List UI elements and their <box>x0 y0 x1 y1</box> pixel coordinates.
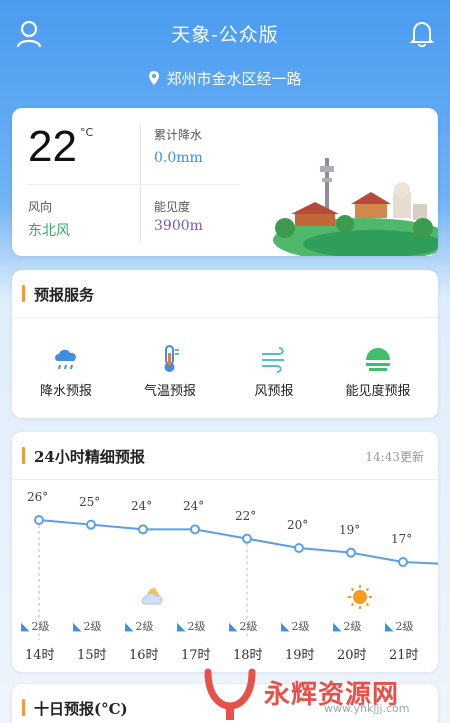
hour-label: 21时 <box>389 648 419 663</box>
watermark-url: www.yhkjjj.com <box>324 702 410 715</box>
hour-label: 20时 <box>337 648 367 663</box>
partly-cloudy-night-icon <box>139 584 169 612</box>
temperature-point <box>346 547 356 558</box>
precip-label: 累计降水 <box>154 128 203 142</box>
temperature-label: 22° <box>235 508 257 523</box>
service-temperature[interactable]: 气温预报 <box>120 344 220 399</box>
wind-direction-value: 东北风 <box>28 223 70 239</box>
wind-direction-icon: ◣ <box>229 620 238 633</box>
wind-level: ◣ 2级 <box>125 618 153 634</box>
temperature-label: 24° <box>131 499 153 514</box>
temperature-unit: °C <box>80 126 94 139</box>
wind-level-text: 2级 <box>291 620 310 633</box>
wind-direction-icon: ◣ <box>281 620 290 633</box>
current-temperature: 22 <box>28 122 77 171</box>
wind-direction-icon: ◣ <box>385 620 394 633</box>
thermometer-icon <box>120 344 220 374</box>
accent-bar <box>22 447 25 464</box>
service-label: 风预报 <box>254 384 294 399</box>
service-precipitation[interactable]: 降水预报 <box>16 344 116 399</box>
section-header: 预报服务 <box>12 270 438 318</box>
location-text: 郑州市金水区经一路 <box>166 70 302 88</box>
service-label: 能见度预报 <box>345 384 411 399</box>
rain-cloud-icon <box>16 344 116 374</box>
wind-level-text: 2级 <box>395 620 414 633</box>
wind-level: ◣ 2级 <box>177 618 205 634</box>
location-pin-icon <box>148 70 160 90</box>
temperature-point <box>242 533 252 544</box>
divider <box>140 124 141 242</box>
hour-label: 15时 <box>77 648 107 663</box>
hour-label: 16时 <box>129 648 159 663</box>
wind-direction-label: 风向 <box>28 200 53 214</box>
visibility-value: 3900m <box>154 218 203 234</box>
wind-direction-icon: ◣ <box>125 620 134 633</box>
wind-icon <box>224 344 324 374</box>
temperature-point <box>190 524 200 535</box>
temperature-label: 17° <box>391 532 413 546</box>
wind-level-text: 2级 <box>187 620 206 633</box>
visibility-icon <box>328 344 428 374</box>
current-weather-card: 22 °C 累计降水 0.0mm 风向 东北风 能见度 3900m <box>12 108 438 256</box>
temperature-label: 20° <box>287 518 309 532</box>
accent-bar <box>22 699 25 716</box>
wind-level: ◣ 2级 <box>229 618 257 634</box>
section-title: 十日预报(°C) <box>34 700 128 718</box>
app-title: 天象-公众版 <box>171 24 279 46</box>
bell-icon[interactable] <box>409 20 435 48</box>
hour-label: 18时 <box>233 648 263 663</box>
sun-icon <box>347 584 373 614</box>
temperature-line <box>38 519 438 565</box>
wind-level-text: 2级 <box>343 620 362 633</box>
wind-direction-icon: ◣ <box>73 620 82 633</box>
temperature-line-chart <box>34 515 438 640</box>
service-wind[interactable]: 风预报 <box>224 344 324 399</box>
service-label: 降水预报 <box>39 384 92 399</box>
wind-level: ◣ 2级 <box>333 618 361 634</box>
temperature-label: 19° <box>339 522 361 537</box>
section-title: 24小时精细预报 <box>34 448 145 466</box>
temperature-label: 24° <box>183 499 205 514</box>
service-visibility[interactable]: 能见度预报 <box>328 344 428 399</box>
section-header: 24小时精细预报 14:43更新 <box>12 432 438 480</box>
forecast-services-card: 预报服务 降水预报 气温预报 风预报 能见度预报 <box>12 270 438 418</box>
wind-level-text: 2级 <box>135 620 154 633</box>
wind-level: ◣ 2级 <box>385 618 413 634</box>
wind-direction-icon: ◣ <box>333 620 342 633</box>
location-bar[interactable]: 郑州市金水区经一路 <box>0 68 450 90</box>
precip-value: 0.0mm <box>154 150 203 166</box>
accent-bar <box>22 285 25 302</box>
section-title: 预报服务 <box>34 286 95 304</box>
wind-level: ◣ 2级 <box>73 618 101 634</box>
visibility-label: 能见度 <box>154 200 191 214</box>
temperature-label: 26° <box>27 490 49 504</box>
wind-level-text: 2级 <box>83 620 102 633</box>
wind-direction-icon: ◣ <box>177 620 186 633</box>
temperature-label: 25° <box>79 494 101 509</box>
service-label: 气温预报 <box>143 384 196 399</box>
watermark-logo: 永辉资源网 www.yhkjjj.com <box>196 664 450 723</box>
city-landmark-illustration <box>263 148 438 256</box>
wind-level-text: 2级 <box>31 620 50 633</box>
hour-label: 14时 <box>25 648 55 663</box>
temperature-point <box>294 543 304 553</box>
updated-time: 14:43更新 <box>365 450 424 464</box>
hour-label: 17时 <box>181 648 211 663</box>
top-bar: 天象-公众版 <box>0 0 450 68</box>
hourly-forecast-card: 24小时精细预报 14:43更新 26° ◣ 2级 14时 25° ◣ 2级 15时 24° ◣ 2… <box>12 432 438 672</box>
wind-level: ◣ 2级 <box>21 618 49 634</box>
hour-label: 19时 <box>285 648 315 663</box>
wind-level-text: 2级 <box>239 620 258 633</box>
wind-level: ◣ 2级 <box>281 618 309 634</box>
temperature-point <box>86 519 96 530</box>
divider <box>28 184 240 185</box>
temperature-point <box>138 524 148 535</box>
temperature-point <box>398 557 408 567</box>
temperature-point <box>34 515 44 525</box>
wind-direction-icon: ◣ <box>21 620 30 633</box>
